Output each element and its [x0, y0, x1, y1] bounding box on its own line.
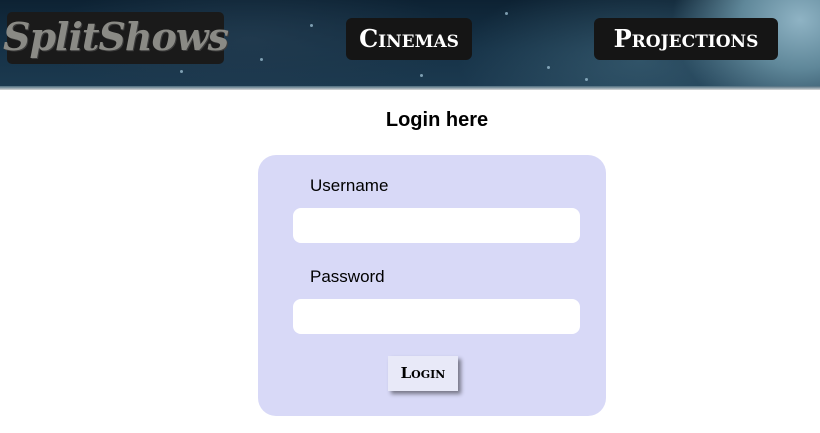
- site-header: SplitShows Cinemas Projections: [0, 0, 820, 90]
- username-label: Username: [310, 176, 389, 195]
- header-background-dot: [585, 78, 588, 81]
- nav-cinemas-button[interactable]: Cinemas: [346, 18, 472, 60]
- username-input[interactable]: [293, 208, 580, 243]
- password-input[interactable]: [293, 299, 580, 334]
- header-background-dot: [547, 66, 550, 69]
- header-background-dot: [180, 70, 183, 73]
- header-background-dot: [505, 12, 508, 15]
- nav-projections-button[interactable]: Projections: [594, 18, 778, 60]
- header-background-dot: [260, 58, 263, 61]
- header-background-dot: [420, 74, 423, 77]
- login-button[interactable]: Login: [388, 356, 458, 391]
- header-divider: [0, 86, 820, 90]
- password-label: Password: [310, 267, 385, 286]
- site-logo[interactable]: SplitShows: [3, 12, 229, 64]
- login-form: Username Password Login: [258, 155, 606, 416]
- header-background-dot: [310, 24, 313, 27]
- logo-text: SplitShows: [3, 14, 229, 59]
- login-title: Login here: [385, 109, 489, 131]
